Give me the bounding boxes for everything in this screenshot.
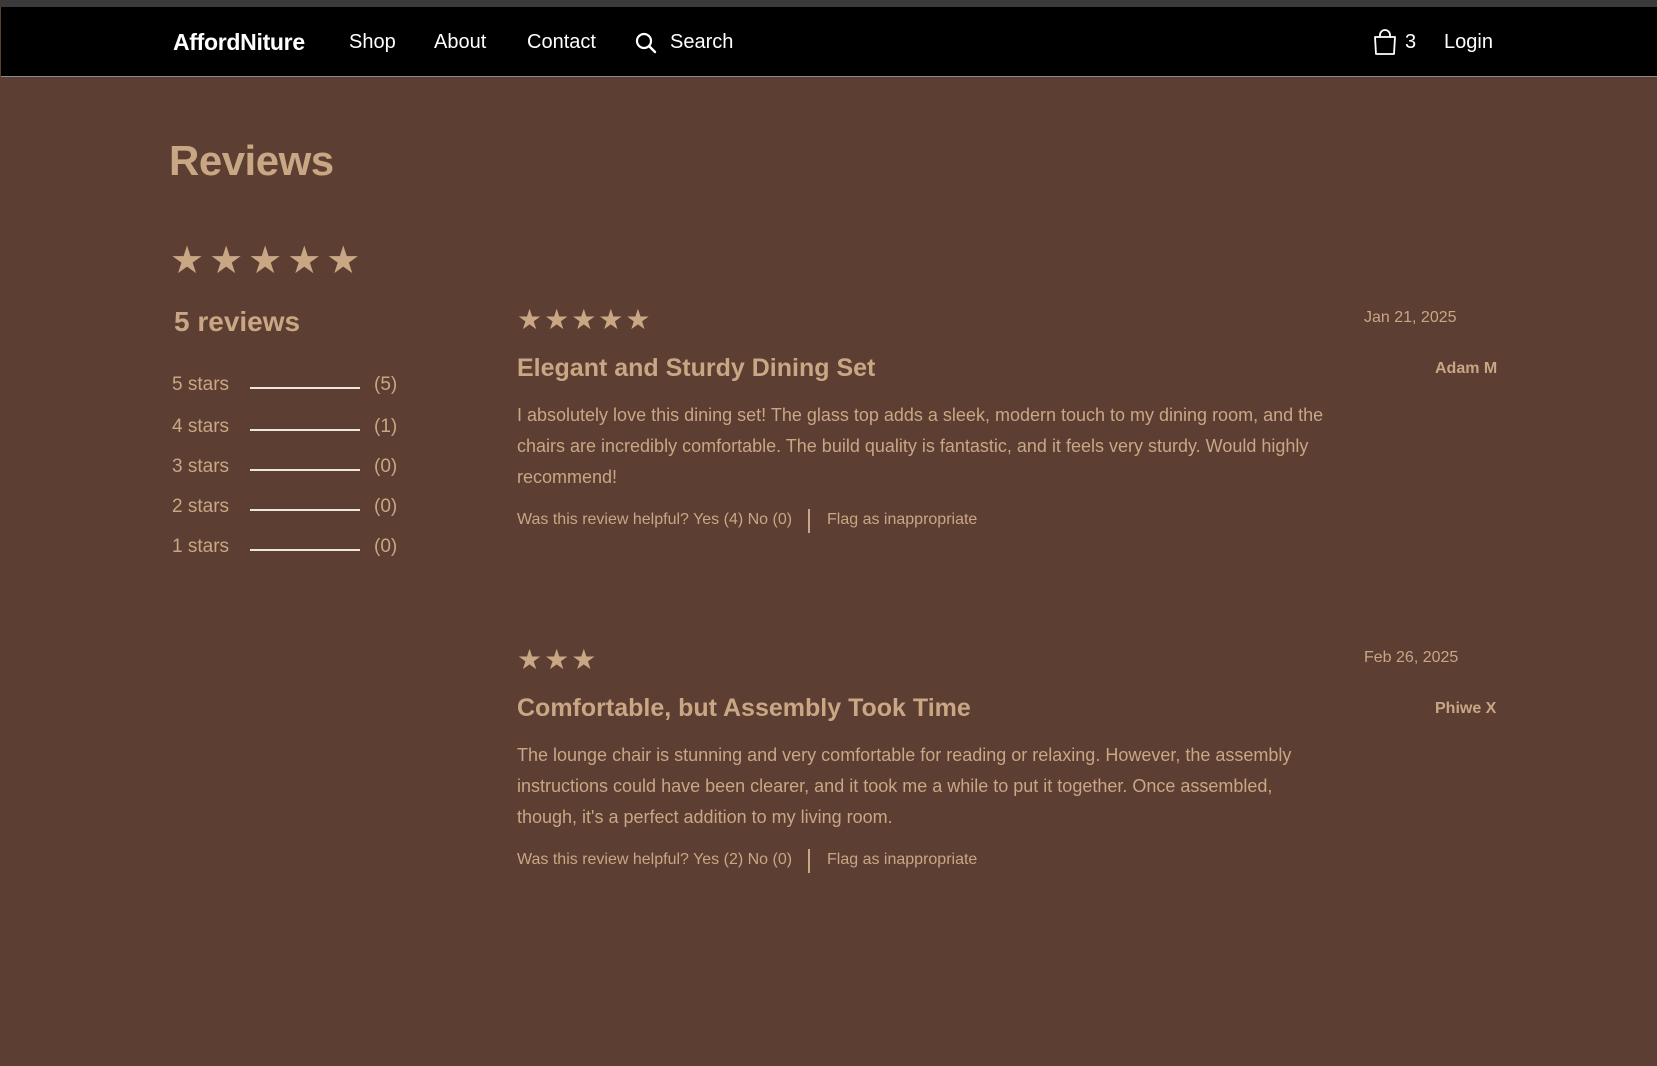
helpful-vote[interactable]: Was this review helpful? Yes (2) No (0) xyxy=(517,851,792,869)
nav-about-link[interactable]: About xyxy=(434,7,486,77)
shopping-bag-icon xyxy=(1374,29,1396,55)
rating-filter-1[interactable]: 1 stars (0) xyxy=(172,536,412,562)
nav-contact-link[interactable]: Contact xyxy=(527,7,596,77)
window-top-strip xyxy=(0,0,1657,7)
rating-count: (5) xyxy=(374,374,398,395)
review-star-rating: ★★★★★ xyxy=(517,304,653,335)
summary-star-rating: ★★★★★ xyxy=(170,240,366,282)
helpful-vote[interactable]: Was this review helpful? Yes (4) No (0) xyxy=(517,511,792,529)
rating-label: 1 stars xyxy=(172,536,230,557)
page-title: Reviews xyxy=(169,137,334,184)
review-count: 5 reviews xyxy=(174,306,301,337)
cart-count: 3 xyxy=(1405,31,1417,53)
rating-bar xyxy=(250,387,360,389)
review-author: Adam M xyxy=(1435,360,1498,377)
navbar: AffordNiture Shop About Contact Search 3… xyxy=(1,7,1657,77)
rating-bar xyxy=(250,469,360,471)
rating-count: (0) xyxy=(374,496,398,517)
flag-inappropriate-link[interactable]: Flag as inappropriate xyxy=(827,851,977,869)
rating-count: (0) xyxy=(374,536,398,557)
rating-bar xyxy=(250,549,360,551)
review-star-rating: ★★★ xyxy=(517,644,599,675)
logo[interactable]: AffordNiture xyxy=(173,7,305,77)
footer-divider xyxy=(808,509,810,533)
search-label: Search xyxy=(670,31,734,53)
nav-shop-link[interactable]: Shop xyxy=(349,7,396,77)
review-author: Phiwe X xyxy=(1435,700,1497,717)
flag-inappropriate-link[interactable]: Flag as inappropriate xyxy=(827,511,977,529)
rating-count: (1) xyxy=(374,416,398,437)
review-body: I absolutely love this dining set! The g… xyxy=(517,405,1324,487)
rating-filter-2[interactable]: 2 stars (0) xyxy=(172,496,412,522)
rating-label: 2 stars xyxy=(172,496,230,517)
rating-label: 5 stars xyxy=(172,374,230,395)
search-icon xyxy=(635,32,657,54)
login-link[interactable]: Login xyxy=(1444,7,1493,77)
rating-bar xyxy=(250,509,360,511)
rating-count: (0) xyxy=(374,456,398,477)
rating-filter-5[interactable]: 5 stars (5) xyxy=(172,374,412,400)
footer-divider xyxy=(808,849,810,873)
rating-filter-3[interactable]: 3 stars (0) xyxy=(172,456,412,482)
rating-bar xyxy=(250,429,360,431)
rating-filter-4[interactable]: 4 stars (1) xyxy=(172,416,412,442)
review-title: Elegant and Sturdy Dining Set xyxy=(517,354,876,382)
rating-label: 4 stars xyxy=(172,416,230,437)
rating-label: 3 stars xyxy=(172,456,230,477)
review-date: Jan 21, 2025 xyxy=(1364,309,1457,326)
review-title: Comfortable, but Assembly Took Time xyxy=(517,694,971,722)
review-body: The lounge chair is stunning and very co… xyxy=(517,745,1292,827)
review-date: Feb 26, 2025 xyxy=(1364,649,1459,666)
